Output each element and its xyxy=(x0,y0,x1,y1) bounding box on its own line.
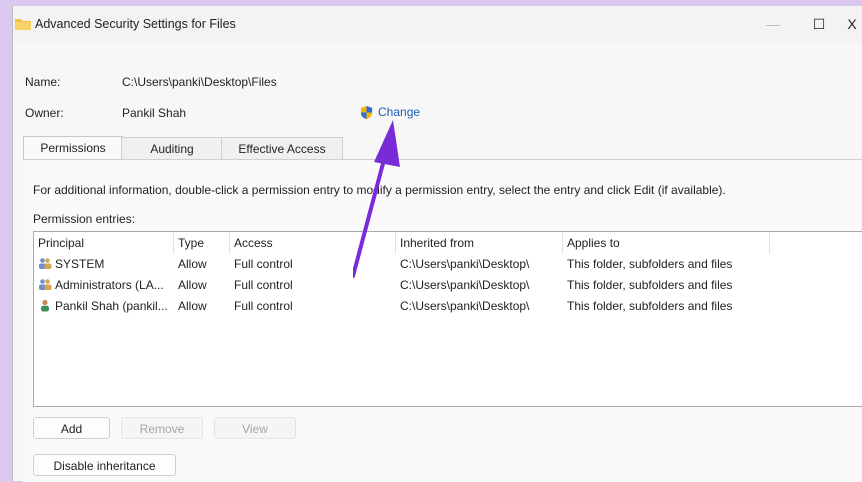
entry-principal: Pankil Shah (pankil... xyxy=(55,299,168,313)
annotation-arrow xyxy=(353,120,400,278)
user-icon xyxy=(41,299,49,312)
entry-inherited-from: C:\Users\panki\Desktop\ xyxy=(400,299,530,313)
entry-principal: Administrators (LA... xyxy=(55,278,164,292)
window-title: Advanced Security Settings for Files xyxy=(35,17,236,31)
tab-effective-access[interactable]: Effective Access xyxy=(221,137,343,160)
owner-label: Owner: xyxy=(25,106,64,120)
entry-access: Full control xyxy=(234,299,293,313)
column-header-applies-to[interactable]: Applies to xyxy=(563,232,770,254)
dialog-content: Name: C:\Users\panki\Desktop\Files Owner… xyxy=(13,42,862,482)
folder-icon xyxy=(15,19,31,30)
table-row[interactable]: SYSTEM Allow Full control C:\Users\panki… xyxy=(34,254,862,275)
entry-type: Allow xyxy=(178,299,207,313)
group-icon xyxy=(39,279,52,290)
owner-value: Pankil Shah xyxy=(122,106,187,120)
entry-type: Allow xyxy=(178,278,207,292)
minimize-button[interactable]: — xyxy=(751,10,795,38)
group-icon xyxy=(39,258,52,269)
permission-entries-list[interactable]: Principal Type Access Inherited from App… xyxy=(33,231,862,407)
entry-type: Allow xyxy=(178,257,207,271)
info-text: For additional information, double-click… xyxy=(33,183,726,197)
name-label: Name: xyxy=(25,75,61,89)
tab-permissions[interactable]: Permissions xyxy=(23,136,123,161)
remove-button[interactable]: Remove xyxy=(121,417,203,439)
entry-applies-to: This folder, subfolders and files xyxy=(567,278,733,292)
add-button[interactable]: Add xyxy=(33,417,110,439)
maximize-button[interactable]: ☐ xyxy=(797,10,841,38)
permission-entries-label: Permission entries: xyxy=(33,212,136,226)
column-header-type[interactable]: Type xyxy=(174,232,230,254)
table-row[interactable]: Pankil Shah (pankil... Allow Full contro… xyxy=(34,296,862,317)
tab-auditing[interactable]: Auditing xyxy=(121,137,223,160)
advanced-security-window: Advanced Security Settings for Files — ☐… xyxy=(12,6,862,482)
entry-applies-to: This folder, subfolders and files xyxy=(567,257,733,271)
title-bar: Advanced Security Settings for Files — ☐… xyxy=(13,6,862,42)
entry-principal: SYSTEM xyxy=(55,257,105,271)
entry-applies-to: This folder, subfolders and files xyxy=(567,299,733,313)
view-button[interactable]: View xyxy=(214,417,296,439)
disable-inheritance-button[interactable]: Disable inheritance xyxy=(33,454,176,476)
column-header-principal[interactable]: Principal xyxy=(34,232,174,254)
name-value: C:\Users\panki\Desktop\Files xyxy=(122,75,277,89)
close-button[interactable]: X xyxy=(841,10,862,38)
table-row[interactable]: Administrators (LA... Allow Full control… xyxy=(34,275,862,296)
